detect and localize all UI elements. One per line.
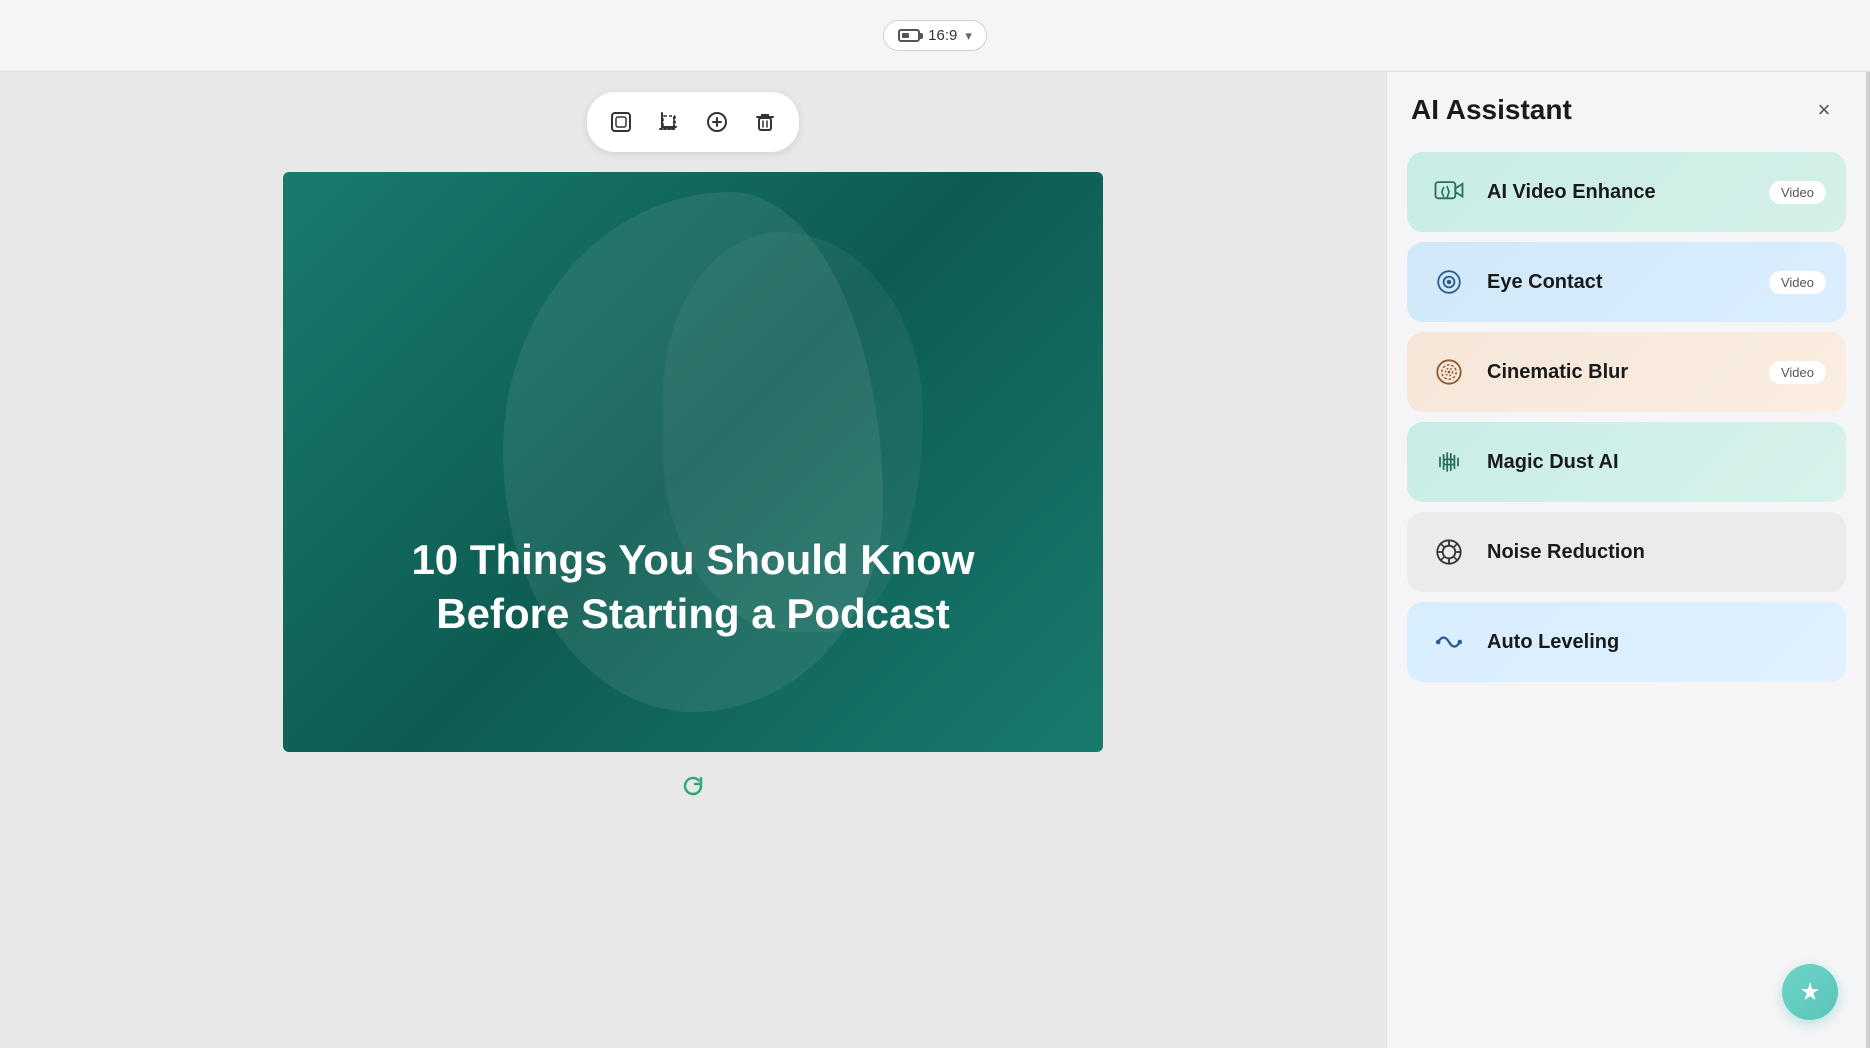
- delete-tool-button[interactable]: [743, 100, 787, 144]
- cinematic-blur-label: Cinematic Blur: [1487, 361, 1753, 384]
- auto-leveling-icon: [1427, 620, 1471, 664]
- ai-video-enhance-badge: Video: [1769, 181, 1826, 204]
- video-preview: 10 Things You Should Know Before Startin…: [283, 172, 1103, 752]
- ai-video-enhance-label: AI Video Enhance: [1487, 181, 1753, 204]
- eye-contact-badge: Video: [1769, 271, 1826, 294]
- battery-icon: [898, 29, 920, 42]
- cinematic-blur-badge: Video: [1769, 361, 1826, 384]
- ai-video-enhance-icon: [1427, 170, 1471, 214]
- ai-card-auto-leveling[interactable]: Auto Leveling: [1407, 602, 1846, 682]
- top-bar: 16:9 ▾: [0, 0, 1870, 72]
- select-tool-button[interactable]: [599, 100, 643, 144]
- auto-leveling-label: Auto Leveling: [1487, 631, 1826, 654]
- close-button[interactable]: ×: [1806, 92, 1842, 128]
- cinematic-blur-icon: [1427, 350, 1471, 394]
- chevron-down-icon: ▾: [965, 28, 972, 44]
- ai-card-cinematic-blur[interactable]: Cinematic Blur Video: [1407, 332, 1846, 412]
- floating-ai-button[interactable]: [1782, 964, 1838, 1020]
- aspect-ratio-label: 16:9: [928, 27, 957, 44]
- ai-card-video-enhance[interactable]: AI Video Enhance Video: [1407, 152, 1846, 232]
- magic-dust-label: Magic Dust AI: [1487, 451, 1826, 474]
- ai-panel-title: AI Assistant: [1411, 94, 1572, 126]
- aspect-ratio-selector[interactable]: 16:9 ▾: [883, 20, 987, 51]
- video-title: 10 Things You Should Know Before Startin…: [333, 533, 1053, 642]
- ai-card-magic-dust[interactable]: Magic Dust AI: [1407, 422, 1846, 502]
- magic-dust-icon: [1427, 440, 1471, 484]
- ai-panel-header: AI Assistant ×: [1407, 92, 1846, 128]
- main-content: 10 Things You Should Know Before Startin…: [0, 72, 1870, 1048]
- editor-toolbar: [587, 92, 799, 152]
- refresh-button[interactable]: [675, 768, 711, 804]
- crop-tool-button[interactable]: [647, 100, 691, 144]
- eye-contact-label: Eye Contact: [1487, 271, 1753, 294]
- ai-assistant-panel: AI Assistant × AI Video Enhance Video: [1386, 72, 1866, 1048]
- editor-panel: 10 Things You Should Know Before Startin…: [0, 72, 1386, 1048]
- noise-reduction-label: Noise Reduction: [1487, 541, 1826, 564]
- ai-card-eye-contact[interactable]: Eye Contact Video: [1407, 242, 1846, 322]
- add-tool-button[interactable]: [695, 100, 739, 144]
- noise-reduction-icon: [1427, 530, 1471, 574]
- right-divider: [1866, 72, 1870, 1048]
- eye-contact-icon: [1427, 260, 1471, 304]
- ai-card-noise-reduction[interactable]: Noise Reduction: [1407, 512, 1846, 592]
